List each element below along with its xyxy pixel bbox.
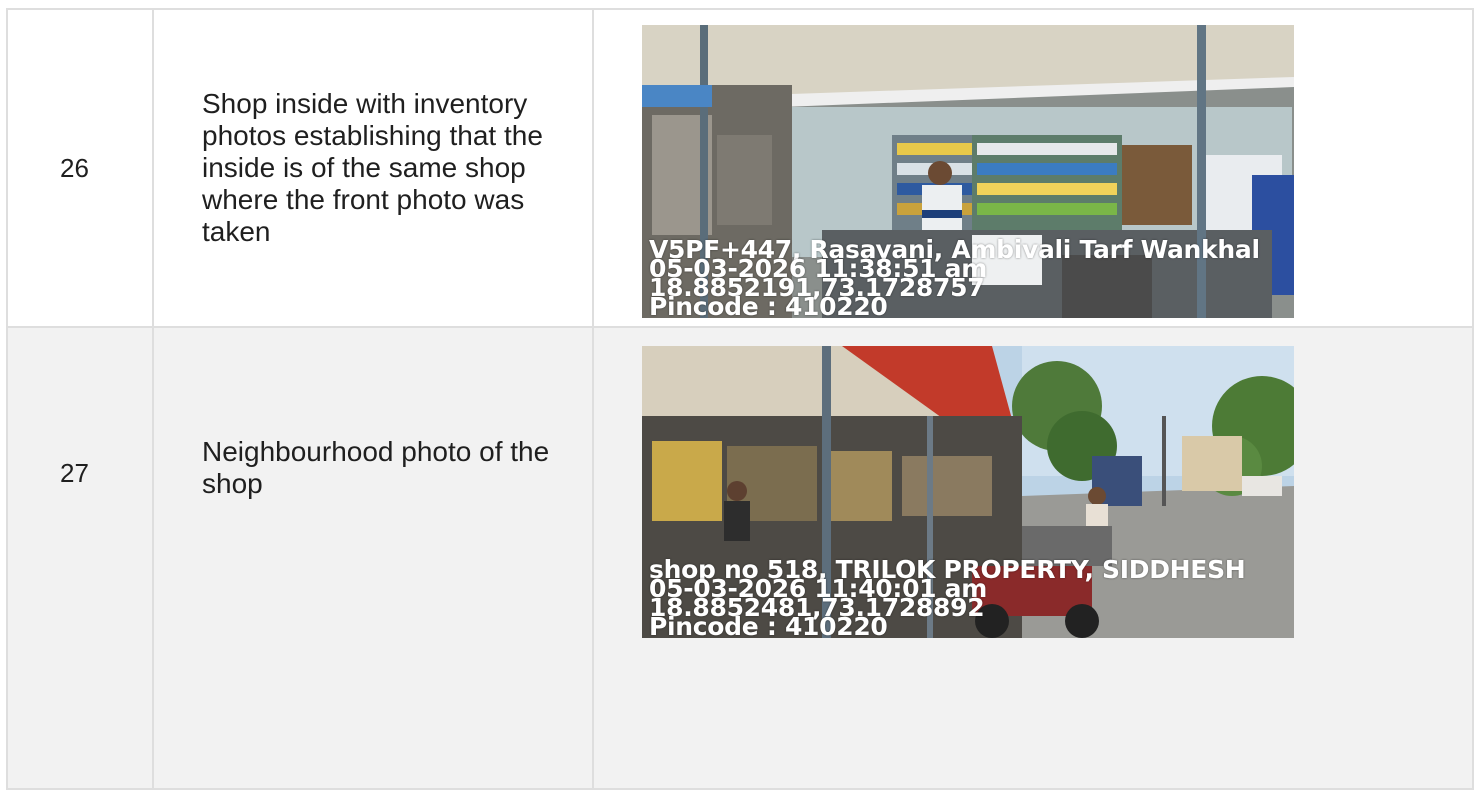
row-number: 26: [6, 8, 154, 328]
photo-geotag-stamp: V5PF+447, Rasayani, Ambivali Tarf Wankha…: [649, 237, 1260, 318]
row-description: Neighbourhood photo of the shop: [152, 326, 594, 790]
table-row: 27 Neighbourhood photo of the shop shop …: [6, 326, 1474, 790]
shop-neighbourhood-photo[interactable]: shop no 518, TRILOK PROPERTY, SIDDHESH 0…: [642, 346, 1294, 638]
row-number: 27: [6, 326, 154, 790]
photo-cell: shop no 518, TRILOK PROPERTY, SIDDHESH 0…: [592, 326, 1474, 790]
table-row: 26 Shop inside with inventory photos est…: [6, 8, 1474, 328]
shop-interior-photo[interactable]: V5PF+447, Rasayani, Ambivali Tarf Wankha…: [642, 25, 1294, 318]
photo-geotag-stamp: shop no 518, TRILOK PROPERTY, SIDDHESH 0…: [649, 557, 1246, 638]
row-description: Shop inside with inventory photos establ…: [152, 8, 594, 328]
evidence-table: 26 Shop inside with inventory photos est…: [6, 8, 1474, 790]
photo-cell: V5PF+447, Rasayani, Ambivali Tarf Wankha…: [592, 8, 1474, 328]
